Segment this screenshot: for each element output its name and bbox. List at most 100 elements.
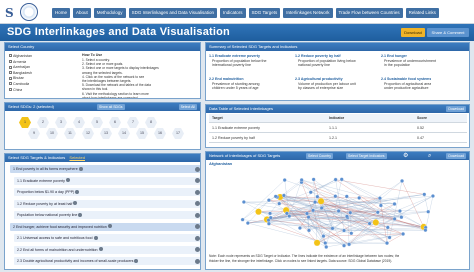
- target-row[interactable]: Population below national poverty line: [14, 211, 200, 219]
- network-node[interactable]: [282, 178, 287, 182]
- network-node[interactable]: [266, 198, 271, 203]
- logo-icon[interactable]: [20, 3, 38, 21]
- sdg-goal-hex[interactable]: 4: [73, 117, 85, 128]
- sdg-goal-hex[interactable]: 6: [109, 117, 121, 128]
- checkbox-icon[interactable]: [9, 65, 12, 69]
- sdg-goal-hex[interactable]: 10: [46, 128, 58, 139]
- table-download-button[interactable]: Download: [446, 106, 466, 112]
- table-row[interactable]: 1.2 Reduce poverty by half 1.2.1 0.47: [209, 134, 467, 143]
- select-country-button[interactable]: Select Country: [306, 153, 333, 159]
- table-header-cell[interactable]: Score: [417, 114, 427, 123]
- network-node[interactable]: [330, 226, 335, 231]
- network-node[interactable]: [347, 242, 352, 247]
- checkbox-icon[interactable]: [9, 54, 12, 58]
- sdg-goal-hex[interactable]: 9: [28, 128, 40, 139]
- network-node[interactable]: [240, 217, 245, 222]
- expand-icon[interactable]: [195, 201, 200, 206]
- network-graph[interactable]: [206, 166, 469, 254]
- network-node[interactable]: [319, 206, 324, 210]
- expand-icon[interactable]: [195, 247, 200, 252]
- network-node[interactable]: [378, 203, 383, 208]
- network-node[interactable]: [273, 194, 278, 199]
- target-row[interactable]: 1.1 Eradicate extreme poverty: [14, 176, 200, 185]
- info-icon[interactable]: [65, 178, 70, 183]
- sdg-goal-hex[interactable]: 13: [100, 128, 112, 139]
- network-node[interactable]: [305, 211, 309, 216]
- country-option[interactable]: Armenia: [9, 60, 26, 65]
- network-node[interactable]: [315, 194, 320, 199]
- target-row[interactable]: 1 End poverty in all its forms everywher…: [10, 165, 200, 173]
- network-node[interactable]: [241, 200, 246, 204]
- country-option[interactable]: Bhutan: [9, 76, 24, 81]
- network-node[interactable]: [311, 177, 316, 182]
- checkbox-icon[interactable]: [9, 71, 12, 75]
- network-node[interactable]: [377, 196, 382, 201]
- nav-item-4[interactable]: Indicators: [220, 8, 246, 18]
- network-node[interactable]: [342, 243, 346, 248]
- sdg-goal-hex[interactable]: 1: [19, 117, 31, 128]
- target-row[interactable]: 2 End hunger, achieve food security and …: [10, 222, 200, 231]
- network-node[interactable]: [284, 211, 289, 216]
- select-indicators-button[interactable]: Select Target Indicators: [346, 153, 387, 159]
- network-node[interactable]: [306, 215, 311, 220]
- info-icon[interactable]: [93, 235, 98, 240]
- expand-icon[interactable]: [195, 178, 200, 183]
- network-node[interactable]: [336, 209, 341, 213]
- country-option[interactable]: Afghanistan: [9, 54, 32, 59]
- sdg-goal-hex[interactable]: 16: [154, 128, 166, 139]
- network-node[interactable]: [324, 245, 329, 249]
- info-icon[interactable]: [98, 247, 103, 252]
- network-node[interactable]: [268, 211, 272, 216]
- network-node[interactable]: [298, 226, 302, 230]
- network-node[interactable]: [266, 221, 271, 226]
- network-node[interactable]: [311, 208, 316, 213]
- info-icon[interactable]: [78, 166, 83, 171]
- network-node[interactable]: [348, 210, 353, 215]
- network-node[interactable]: [321, 234, 326, 239]
- target-row[interactable]: Proportion below $1.90 a day (PPP): [14, 188, 200, 196]
- sdg-goal-hex[interactable]: 17: [172, 128, 184, 139]
- network-node[interactable]: [307, 228, 311, 233]
- select-all-button[interactable]: Select All: [178, 104, 197, 110]
- network-node[interactable]: [385, 241, 389, 246]
- network-node[interactable]: [323, 241, 328, 245]
- nav-item-3[interactable]: SDG Interlinkages and Data Visualisation: [128, 8, 218, 18]
- sdg-goal-hex[interactable]: 2: [37, 117, 49, 128]
- target-row[interactable]: 2.3 Double agricultural productivity and…: [14, 257, 200, 265]
- network-node[interactable]: [385, 225, 390, 230]
- network-node[interactable]: [426, 209, 431, 214]
- table-header-cell[interactable]: Indicator: [329, 114, 344, 123]
- gear-icon[interactable]: ⚙: [403, 153, 408, 160]
- info-icon[interactable]: [78, 212, 83, 217]
- checkbox-icon[interactable]: [9, 87, 12, 91]
- network-node[interactable]: [308, 190, 313, 195]
- sdg-goal-hex[interactable]: 5: [91, 117, 103, 128]
- network-node[interactable]: [333, 194, 338, 199]
- network-node[interactable]: [342, 228, 347, 233]
- sdg-goal-hex[interactable]: 7: [127, 117, 139, 128]
- nav-item-0[interactable]: Home: [52, 8, 71, 18]
- nav-item-6[interactable]: Interlinkages Network: [283, 8, 333, 18]
- info-icon[interactable]: [75, 189, 80, 194]
- network-node[interactable]: [339, 177, 344, 182]
- network-node[interactable]: [401, 231, 406, 236]
- expand-icon[interactable]: [195, 189, 200, 195]
- expand-icon[interactable]: [195, 212, 200, 218]
- table-header-cell[interactable]: Target: [212, 114, 223, 123]
- network-download-button[interactable]: Download: [446, 153, 466, 159]
- expand-icon[interactable]: [195, 258, 200, 264]
- network-node[interactable]: [367, 221, 372, 226]
- network-node[interactable]: [387, 235, 392, 240]
- network-node-highlighted[interactable]: [372, 219, 380, 226]
- info-icon[interactable]: [73, 201, 78, 206]
- network-node[interactable]: [349, 231, 354, 236]
- search-icon[interactable]: ⌕: [428, 153, 431, 160]
- network-node[interactable]: [281, 193, 286, 198]
- info-icon[interactable]: [107, 224, 112, 229]
- network-node[interactable]: [423, 228, 428, 233]
- show-all-sdgs-button[interactable]: Show all SDGs: [97, 104, 125, 110]
- download-button[interactable]: Download: [401, 28, 425, 37]
- share-button[interactable]: Share & Comment: [427, 28, 469, 37]
- network-node[interactable]: [333, 177, 338, 182]
- sdg-goal-hex[interactable]: 12: [82, 128, 94, 139]
